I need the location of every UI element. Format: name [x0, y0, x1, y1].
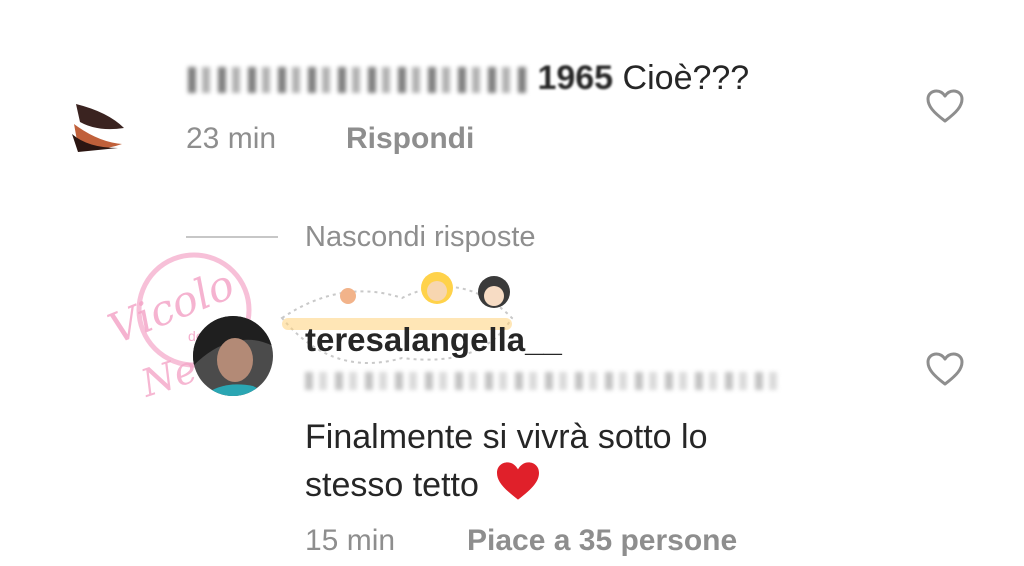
comment-1-like-button[interactable] [925, 88, 965, 129]
replies-divider-line [186, 236, 278, 238]
comment-1-body: 1965 Cioè??? [188, 55, 749, 101]
comment-1-handle-suffix: 1965 [537, 59, 614, 97]
heart-outline-icon [926, 89, 964, 123]
heart-outline-icon [926, 352, 964, 386]
reply-button[interactable]: Rispondi [346, 122, 474, 156]
comment-2-like-button[interactable] [925, 351, 965, 392]
hide-replies-button[interactable]: Nascondi risposte [305, 221, 536, 254]
red-heart-emoji [494, 460, 542, 514]
comment-1-text: Cioè??? [622, 59, 750, 97]
comment-2-line-1: Finalmente si vivrà sotto lo [305, 418, 708, 456]
comment-1: 1965 Cioè??? 23 min Rispondi [0, 0, 1024, 190]
likes-count-button[interactable]: Piace a 35 persone [467, 524, 737, 558]
avatar-image [193, 316, 273, 396]
comment-2-line-2: stesso tetto [305, 460, 542, 514]
redacted-mention [305, 372, 785, 394]
comment-2-time: 15 min [305, 524, 396, 557]
redacted-username [188, 67, 528, 94]
comment-1-avatar[interactable] [38, 82, 130, 174]
comment-1-time: 23 min [186, 122, 277, 155]
comment-2-line-2-text: stesso tetto [305, 465, 479, 504]
redacted-mention-text [305, 372, 785, 390]
comment-2-avatar[interactable] [193, 316, 273, 396]
comment-2-username[interactable]: teresalangella__ [305, 321, 562, 359]
avatar-image [72, 104, 124, 152]
